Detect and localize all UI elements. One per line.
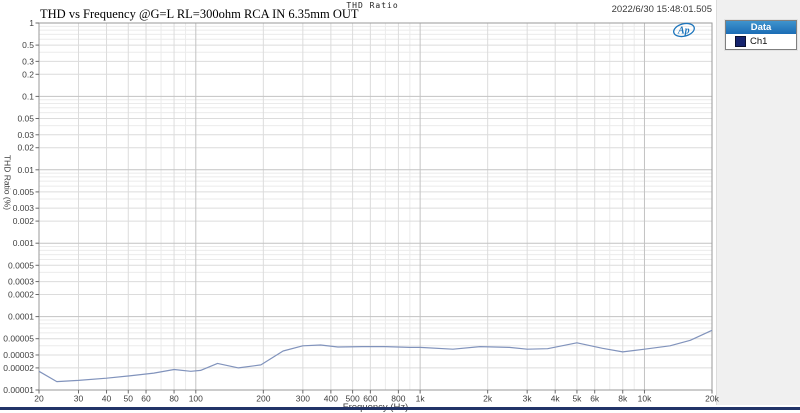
legend-item-ch1[interactable]: Ch1 [726, 34, 796, 49]
y-tick-label: 0.003 [13, 203, 35, 213]
x-tick-label: 40 [102, 394, 112, 404]
graph-annotation-title: THD vs Frequency @G=L RL=300ohm RCA IN 6… [40, 7, 359, 22]
y-tick-label: 0.00005 [3, 334, 34, 344]
x-tick-label: 20k [705, 394, 719, 404]
y-tick-label: 0.3 [22, 56, 34, 66]
x-tick-label: 10k [638, 394, 652, 404]
y-tick-label: 0.05 [17, 113, 34, 123]
legend-item-label: Ch1 [750, 36, 767, 47]
y-tick-label: 0.002 [13, 216, 35, 226]
y-tick-label: 0.0003 [8, 277, 34, 287]
x-tick-label: 100 [189, 394, 203, 404]
y-tick-label: 0.00002 [3, 363, 34, 373]
x-tick-label: 80 [169, 394, 179, 404]
measurement-timestamp: 2022/6/30 15:48:01.505 [530, 4, 712, 15]
x-tick-label: 60 [141, 394, 151, 404]
x-tick-label: 20 [34, 394, 44, 404]
y-tick-label: 0.03 [17, 130, 34, 140]
y-tick-label: 0.0001 [8, 312, 34, 322]
y-tick-label: 0.1 [22, 91, 34, 101]
y-tick-label: 0.00001 [3, 385, 34, 395]
y-axis-label: THD Ratio (%) [2, 143, 13, 223]
x-tick-label: 6k [590, 394, 600, 404]
ap-logo-text: Ap [677, 26, 690, 37]
ch1-color-swatch-icon [735, 36, 746, 47]
data-legend-panel: Data Ch1 [725, 20, 797, 50]
y-tick-label: 0.0002 [8, 290, 34, 300]
x-tick-label: 3k [523, 394, 533, 404]
y-tick-label: 0.02 [17, 143, 34, 153]
x-tick-label: 2k [483, 394, 493, 404]
legend-header: Data [726, 21, 796, 34]
x-tick-label: 200 [256, 394, 270, 404]
ap-logo-icon: Ap [671, 21, 698, 39]
window-bottom-border [0, 407, 800, 410]
x-tick-label: 8k [618, 394, 628, 404]
y-tick-label: 1 [29, 18, 34, 28]
x-tick-label: 5k [572, 394, 582, 404]
thd-frequency-chart: 1 0.5 0.3 0.2 0.1 0.05 0.03 0.02 0.01 0.005 0.003 0… [0, 0, 800, 413]
y-tick-label: 0.001 [13, 238, 35, 248]
x-tick-label: 50 [124, 394, 134, 404]
y-tick-label: 0.0005 [8, 260, 34, 270]
ap-graph-window: 1 0.5 0.3 0.2 0.1 0.05 0.03 0.02 0.01 0.005 0.003 0… [0, 0, 800, 413]
trace-ch1 [39, 330, 712, 381]
y-tick-label: 0.01 [17, 165, 34, 175]
y-tick-label: 0.005 [13, 187, 35, 197]
y-tick-label: 0.5 [22, 40, 34, 50]
x-tick-label: 4k [551, 394, 561, 404]
x-tick-label: 30 [74, 394, 84, 404]
y-tick-label: 0.00003 [3, 350, 34, 360]
y-tick-label: 0.2 [22, 69, 34, 79]
